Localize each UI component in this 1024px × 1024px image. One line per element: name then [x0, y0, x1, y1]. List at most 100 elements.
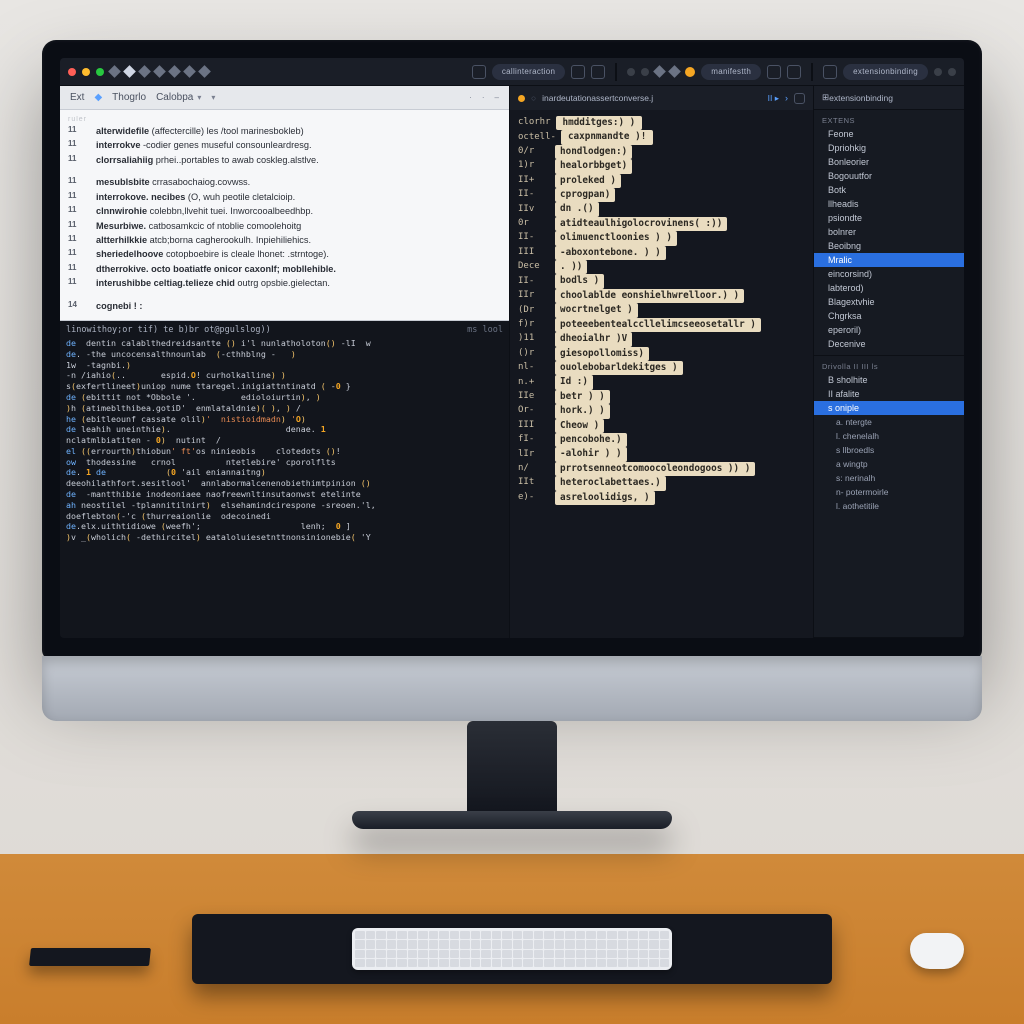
sidebar-item-selected[interactable]: Mralic: [814, 253, 964, 267]
token-line: 0ratidteaulhigolocrovinens( :)): [518, 217, 805, 231]
split-icon[interactable]: [787, 65, 801, 79]
sidebar-item[interactable]: II afalite: [814, 387, 964, 401]
sidebar-item[interactable]: bolnrer: [814, 225, 964, 239]
sidebar-item[interactable]: Feone: [814, 127, 964, 141]
code-line: )v _(wholich( -dethircitel) eataloluiese…: [66, 532, 503, 543]
diamond-icon: [198, 65, 211, 78]
sidebar-item[interactable]: n- potermoirle: [814, 485, 964, 499]
sidebar-item[interactable]: l. aothetitile: [814, 499, 964, 513]
diamond-icon: [138, 65, 151, 78]
token-line: e)-asreloolidigs, ): [518, 491, 805, 505]
code-line: 1w -tagnbi.): [66, 360, 503, 371]
breadcrumb-pill[interactable]: callinteraction: [492, 64, 565, 80]
token-line: II-olimuenctloonies ) ): [518, 231, 805, 245]
token-line: (Drwocrtnelget ): [518, 303, 805, 317]
traffic-light-minimize-icon[interactable]: [82, 68, 90, 76]
sidebar-item[interactable]: Decenive: [814, 337, 964, 351]
sidebar-item[interactable]: l. chenelalh: [814, 429, 964, 443]
token-line: II-cprogpan): [518, 188, 805, 202]
sidebar-item[interactable]: labterod): [814, 281, 964, 295]
tab-calobpa[interactable]: Calobpa ▾: [156, 92, 201, 103]
sidebar-item[interactable]: eperoril): [814, 323, 964, 337]
tab-thogrlo[interactable]: Thogrlo: [112, 92, 146, 103]
section-label: Drivolla II III ls: [814, 360, 964, 373]
desk-mat: [192, 914, 832, 984]
tab-title[interactable]: inardeutationassertconverse.j: [542, 93, 653, 103]
diamond-icon: [153, 65, 166, 78]
doc-line: dtherrokive. octo boatiatfe onicor caxon…: [96, 263, 501, 275]
code-line: de leahih uneinthie). denae. 1: [66, 424, 503, 435]
sidebar-item[interactable]: a wingtp: [814, 457, 964, 471]
sidebar-item[interactable]: Dpriohkig: [814, 141, 964, 155]
code-editor-panel[interactable]: linowithoy;or tif) te b)br ot@pgulslog))…: [60, 321, 509, 638]
diamond-icon: [668, 65, 681, 78]
sidebar-item[interactable]: a. ntergte: [814, 415, 964, 429]
sidebar-item[interactable]: eincorsind): [814, 267, 964, 281]
sidebar-item-selected[interactable]: s oniple: [814, 401, 964, 415]
doc-line: [96, 168, 501, 174]
chevron-right-icon[interactable]: ›: [785, 93, 788, 103]
sidebar-header: ⊞ extensionbinding: [814, 86, 964, 110]
sidebar-item[interactable]: B sholhite: [814, 373, 964, 387]
sidebar-item[interactable]: Bogouutfor: [814, 169, 964, 183]
mouse: [910, 933, 964, 969]
layout-icon[interactable]: [571, 65, 585, 79]
line-number: 14: [68, 300, 90, 312]
layout-icon[interactable]: [591, 65, 605, 79]
code-line: de. 1 de (0 'ail eniannaitng): [66, 467, 503, 478]
line-number: 11: [68, 220, 90, 232]
sidebar-item[interactable]: s: nerinalh: [814, 471, 964, 485]
dot-icon: [627, 68, 635, 76]
doc-line: alterwidefile (affectercille) les /tool …: [96, 125, 501, 137]
dot-icon: [641, 68, 649, 76]
chevron-down-icon: ▾: [197, 93, 201, 102]
line-number: 11: [68, 139, 90, 151]
sidebar-item[interactable]: Blagextvhie: [814, 295, 964, 309]
diamond-icon: [653, 65, 666, 78]
token-line: nl-ouolebobarldekitges ): [518, 361, 805, 375]
dot-icon: [948, 68, 956, 76]
token-line: IIrchoolablde eonshielhwrelloor.) ): [518, 289, 805, 303]
code-line: de.elx.uithtidiowe (weefh'; lenh; 0 ]: [66, 521, 503, 532]
split-icon[interactable]: [767, 65, 781, 79]
token-line: f)rpoteeebentealccllelimcseeosetallr ): [518, 318, 805, 332]
sidebar-item[interactable]: Bonleorier: [814, 155, 964, 169]
sidebar-item[interactable]: s llbroedls: [814, 443, 964, 457]
panel-toggle-icon[interactable]: [472, 65, 486, 79]
ruler: ruler: [68, 116, 501, 123]
doc-line: interrokove. necibes (O, wuh peotile cle…: [96, 191, 501, 203]
token-line: IIvdn .(): [518, 202, 805, 216]
extensions-icon[interactable]: [823, 65, 837, 79]
code-line: nclatmlbiatiten - 0) nutint /: [66, 435, 503, 446]
notebook: [29, 948, 151, 966]
code-line: ah neostilel -tplannitilnirt) elsehamind…: [66, 500, 503, 511]
sidebar-item[interactable]: psiondte: [814, 211, 964, 225]
code-line: de (ebittit not *Obbole '. edioloiurtin)…: [66, 392, 503, 403]
doc-line: mesublsbite crrasabochaiog.covwss.: [96, 176, 501, 188]
token-line: II+proleked ): [518, 174, 805, 188]
square-icon[interactable]: [794, 93, 805, 104]
tab-ext[interactable]: Ext: [70, 92, 84, 103]
token-line: II-bodls ): [518, 274, 805, 288]
monitor-stand: [467, 721, 557, 811]
line-number: 11: [68, 176, 90, 188]
sidebar-item[interactable]: Chgrksa: [814, 309, 964, 323]
doc-line: sheriedelhoove cotopboebire is cleale lh…: [96, 248, 501, 260]
code-line: de. -the uncocensalthnounlab (-cthhblng …: [66, 349, 503, 360]
desk-surface: [0, 854, 1024, 1024]
traffic-light-close-icon[interactable]: [68, 68, 76, 76]
run-arrow-icon[interactable]: II ▸: [768, 93, 779, 104]
token-line: octell-caxpnmandte )!: [518, 130, 805, 144]
traffic-light-zoom-icon[interactable]: [96, 68, 104, 76]
code-line: ow thodessine crnol ntetlebire' cporolfl…: [66, 457, 503, 468]
keyboard: [352, 928, 672, 970]
token-list-panel[interactable]: clorhrhmdditges:) )octell-caxpnmandte )!…: [510, 110, 813, 638]
line-number: 11: [68, 125, 90, 137]
search-pill[interactable]: manifestth: [701, 64, 761, 80]
sidebar-item[interactable]: Beoibng: [814, 239, 964, 253]
sidebar-item[interactable]: Botk: [814, 183, 964, 197]
code-line: s(exfertlineet)uniop nume ttaregel.inigi…: [66, 381, 503, 392]
sidebar-item[interactable]: llheadis: [814, 197, 964, 211]
code-line: de -mantthibie inodeoniaee naofreewnltin…: [66, 489, 503, 500]
token-line: n/prrotsenneotcomoocoleondogoos )) ): [518, 462, 805, 476]
